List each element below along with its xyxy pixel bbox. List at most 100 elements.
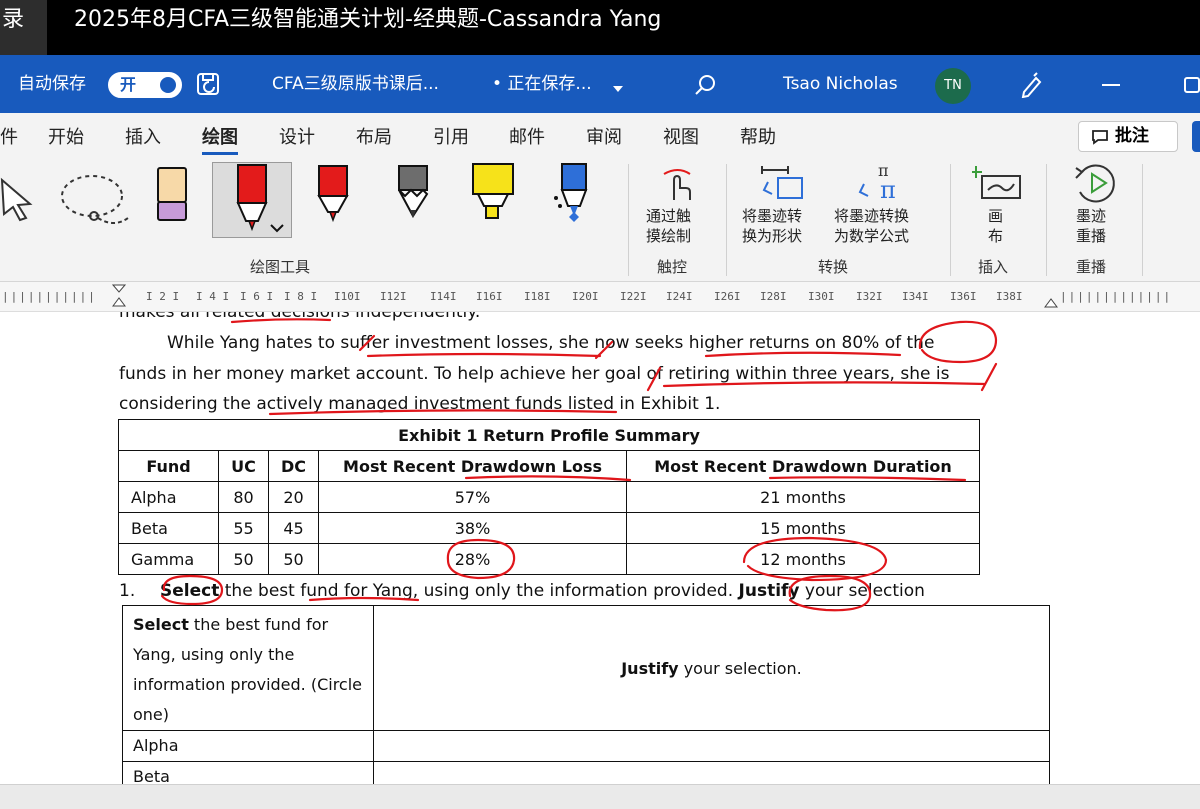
ruler-mark: I10I xyxy=(334,290,361,303)
pen-icon[interactable] xyxy=(1018,72,1046,102)
ruler-mark: I 2 I xyxy=(146,290,180,303)
document-title[interactable]: CFA三级原版书课后... xyxy=(272,55,439,113)
option-beta[interactable]: Beta xyxy=(122,761,374,784)
autosave-state: 开 xyxy=(120,75,137,94)
question-bold-justify: Justify xyxy=(738,581,800,601)
ribbon-tabs: 件 开始 插入 绘图 设计 布局 引用 邮件 审阅 视图 帮助 xyxy=(0,113,1200,158)
toggle-knob xyxy=(160,77,176,93)
touch-draw-icon[interactable] xyxy=(660,166,696,206)
ruler-mark: I24I xyxy=(666,290,693,303)
svg-text:π: π xyxy=(880,176,896,204)
paragraph-line-3: considering the actively managed investm… xyxy=(119,394,721,414)
ruler-mark: I28I xyxy=(760,290,787,303)
paragraph-line-2: funds in her money market account. To he… xyxy=(119,364,950,384)
group-label-replay: 重播 xyxy=(1076,258,1107,276)
option-beta-justification[interactable] xyxy=(373,761,1050,784)
touch-draw-label-1: 通过触 xyxy=(646,207,692,225)
answer-table: Select the best fund for Yang, using onl… xyxy=(122,605,1050,784)
highlighter-icon[interactable] xyxy=(470,162,516,226)
ink-to-math-label-2: 为数学公式 xyxy=(834,227,910,245)
cell-dc: 50 xyxy=(267,543,320,575)
minimize-icon[interactable] xyxy=(1102,84,1120,86)
ribbon-draw: 绘图工具 通过触 摸绘制 触控 将墨迹转 换为形状 ππ 将墨迹转换 为数学公式… xyxy=(0,158,1200,282)
avatar[interactable]: TN xyxy=(935,68,971,104)
group-label-convert: 转换 xyxy=(818,258,849,276)
tab-references[interactable]: 引用 xyxy=(433,123,469,149)
autosave-toggle[interactable]: 开 xyxy=(108,72,182,98)
select-arrow-icon[interactable] xyxy=(0,176,36,226)
indent-marker[interactable] xyxy=(111,284,127,313)
ruler-mark: I38I xyxy=(996,290,1023,303)
paragraph-line-1: While Yang hates to suffer investment lo… xyxy=(167,333,935,353)
comment-icon xyxy=(1092,130,1108,145)
tab-design[interactable]: 设计 xyxy=(279,123,315,149)
ink-to-shape-label-1: 将墨迹转 xyxy=(742,207,803,225)
comment-button[interactable]: 批注 xyxy=(1078,121,1178,152)
cell-uc: 55 xyxy=(218,512,269,544)
tab-insert[interactable]: 插入 xyxy=(125,123,161,149)
tab-view[interactable]: 视图 xyxy=(663,123,699,149)
red-pen-icon[interactable] xyxy=(316,164,350,228)
lasso-icon[interactable] xyxy=(56,170,132,236)
cell-dc: 20 xyxy=(267,481,320,513)
user-name[interactable]: Tsao Nicholas xyxy=(783,55,898,113)
canvas-label-2: 布 xyxy=(988,227,1004,245)
share-button-edge[interactable] xyxy=(1192,121,1200,152)
canvas-icon[interactable] xyxy=(972,164,1024,208)
chevron-down-icon[interactable] xyxy=(612,79,624,98)
answer-right-text: your selection. xyxy=(678,658,802,678)
tab-file[interactable]: 件 xyxy=(0,123,18,149)
question-bold-select: Select xyxy=(160,581,220,601)
header-fund: Fund xyxy=(118,450,219,482)
answer-right-instructions[interactable]: Justify your selection. xyxy=(373,605,1050,731)
cell-duration: 21 months xyxy=(626,481,980,513)
tab-draw[interactable]: 绘图 xyxy=(202,123,238,155)
pencil-icon[interactable] xyxy=(396,164,430,228)
ruler-mark: I 8 I xyxy=(284,290,318,303)
red-pen-selected[interactable] xyxy=(212,162,292,238)
exhibit-table: Exhibit 1 Return Profile Summary Fund UC… xyxy=(118,419,980,575)
exhibit-title: Exhibit 1 Return Profile Summary xyxy=(118,419,980,451)
option-alpha[interactable]: Alpha xyxy=(122,730,374,762)
search-icon[interactable] xyxy=(693,73,717,101)
ink-to-math-label-1: 将墨迹转换 xyxy=(834,207,910,225)
right-indent-marker[interactable] xyxy=(1044,292,1058,311)
tab-layout[interactable]: 布局 xyxy=(356,123,392,149)
restore-icon[interactable] xyxy=(1184,77,1200,93)
cell-fund: Gamma xyxy=(118,543,219,575)
ink-to-math-icon[interactable]: ππ xyxy=(858,161,910,208)
tab-mailings[interactable]: 邮件 xyxy=(509,123,545,149)
eraser-icon[interactable] xyxy=(155,166,189,226)
document-page[interactable]: makes all related decisions independentl… xyxy=(0,312,1200,784)
cell-fund: Beta xyxy=(118,512,219,544)
tab-home[interactable]: 开始 xyxy=(48,123,84,149)
header-drawdown-loss: Most Recent Drawdown Loss xyxy=(318,450,628,482)
separator xyxy=(950,164,951,276)
tab-help[interactable]: 帮助 xyxy=(740,123,776,149)
window-title: 2025年8月CFA三级智能通关计划-经典题-Cassandra Yang xyxy=(74,7,662,32)
header-drawdown-duration: Most Recent Drawdown Duration xyxy=(626,450,980,482)
table-row: Alpha 80 20 57% 21 months xyxy=(118,481,980,513)
cell-loss: 57% xyxy=(318,481,628,513)
saving-status[interactable]: • 正在保存... xyxy=(492,55,592,113)
question-text-2: your selection xyxy=(799,581,925,601)
action-pen-icon[interactable] xyxy=(552,162,592,228)
save-icon[interactable] xyxy=(196,72,222,96)
cell-fund: Alpha xyxy=(118,481,219,513)
ruler-mark: I18I xyxy=(524,290,551,303)
word-title-bar: 自动保存 开 CFA三级原版书课后... • 正在保存... Tsao Nich… xyxy=(0,55,1200,113)
ruler[interactable]: ||||||||||| I 2 I I 4 I I 6 I I 8 I I10I… xyxy=(0,282,1200,312)
question-text-1: the best fund for Yang, using only the i… xyxy=(219,581,739,601)
cell-dc: 45 xyxy=(267,512,320,544)
group-label-touch: 触控 xyxy=(657,258,688,276)
cut-off-line: makes all related decisions independentl… xyxy=(119,312,481,322)
separator xyxy=(1142,164,1143,276)
option-alpha-justification[interactable] xyxy=(373,730,1050,762)
tab-review[interactable]: 审阅 xyxy=(586,123,622,149)
ruler-mark: I20I xyxy=(572,290,599,303)
ink-to-shape-icon[interactable] xyxy=(758,164,808,208)
ink-replay-icon[interactable] xyxy=(1072,162,1122,208)
header-dc: DC xyxy=(267,450,320,482)
answer-left-instructions: Select the best fund for Yang, using onl… xyxy=(122,605,374,731)
left-label: 录 xyxy=(0,0,47,55)
